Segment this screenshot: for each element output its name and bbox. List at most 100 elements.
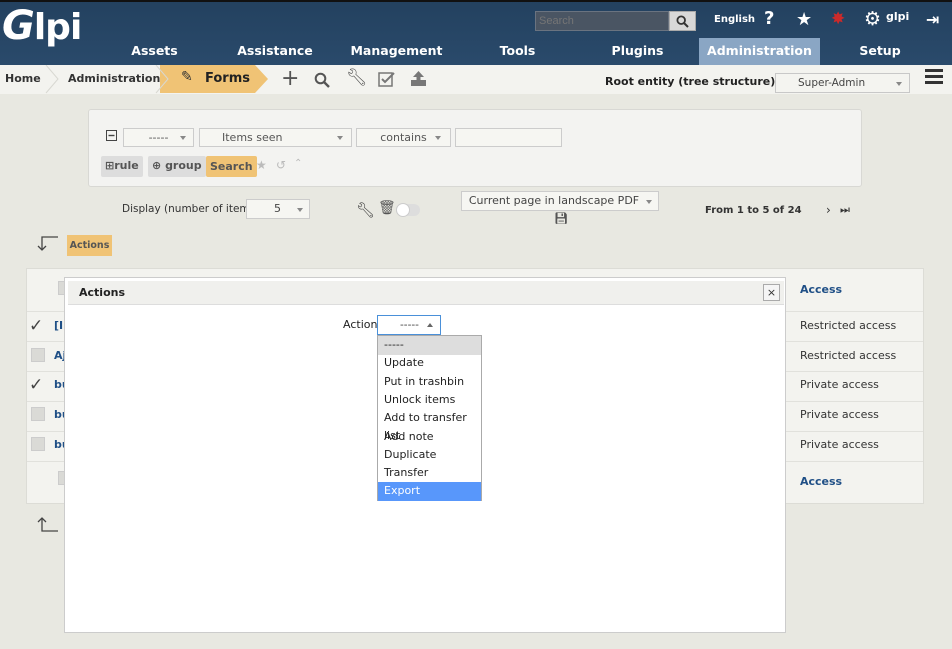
row-checkbox[interactable] <box>31 348 45 362</box>
search-icon[interactable] <box>314 72 330 88</box>
action-option-highlighted[interactable]: Export <box>378 482 481 501</box>
logout-icon[interactable]: ⇥ <box>926 10 939 29</box>
trash-toggle[interactable] <box>396 203 420 217</box>
reset-icon[interactable]: ↺ <box>276 158 286 172</box>
criteria-search-field-select[interactable]: Items seen <box>199 128 352 147</box>
breadcrumb-forms[interactable]: Forms <box>205 65 250 94</box>
chevron-down-icon <box>297 208 303 212</box>
global-search-button[interactable] <box>669 11 696 31</box>
menu-management[interactable]: Management <box>349 38 444 65</box>
action-option[interactable]: Put in trashbin <box>378 373 481 392</box>
menu-assets[interactable]: Assets <box>112 38 197 65</box>
action-option[interactable]: Add note <box>378 428 481 447</box>
column-header-access[interactable]: Access <box>800 283 842 296</box>
row-checkbox[interactable] <box>31 407 45 421</box>
action-select-value: ----- <box>400 319 419 331</box>
last-page-icon[interactable]: ⏭︎ <box>840 203 850 217</box>
wrench-icon[interactable]: 🔧︎ <box>356 201 375 219</box>
search-icon <box>676 14 689 28</box>
chevron-down-icon <box>896 82 902 86</box>
pager-label: From 1 to 5 of 24 <box>705 205 802 216</box>
criteria-operator-value: contains <box>380 131 427 144</box>
row-access-value: Private access <box>800 438 879 451</box>
trash-icon[interactable]: 🗑︎ <box>378 200 396 216</box>
export-format-value: Current page in landscape PDF <box>468 194 640 207</box>
search-button[interactable]: Search <box>206 156 257 177</box>
language-selector[interactable]: English <box>714 14 755 25</box>
chevron-down-icon <box>646 200 652 204</box>
save-export-icon[interactable]: 💾︎ <box>554 212 568 225</box>
row-access-value: Private access <box>800 408 879 421</box>
row-checked-icon[interactable]: ✓ <box>29 375 43 395</box>
chevron-up-icon <box>427 323 433 327</box>
collapse-icon[interactable] <box>106 130 117 141</box>
chevron-down-icon <box>435 136 441 140</box>
collapse-up-icon[interactable]: ⌃ <box>294 158 302 169</box>
action-label: Action <box>343 318 378 331</box>
chevron-down-icon <box>180 136 186 140</box>
breadcrumb-administration[interactable]: Administration <box>68 65 160 94</box>
next-page-icon[interactable]: › <box>826 203 831 217</box>
row-access-value: Restricted access <box>800 349 897 362</box>
menu-tools[interactable]: Tools <box>490 38 545 65</box>
action-option[interactable]: Add to transfer list <box>378 409 481 442</box>
row-access-value: Private access <box>800 378 879 391</box>
criteria-field-value: ----- <box>148 131 169 144</box>
arrow-up-left-icon <box>37 517 58 532</box>
action-option[interactable]: Transfer <box>378 464 481 483</box>
plus-circle-icon: ⊕ <box>152 159 162 172</box>
action-select[interactable]: ----- <box>377 315 441 335</box>
row-checked-icon[interactable]: ✓ <box>29 316 43 336</box>
display-count-value: 5 <box>274 202 281 215</box>
upload-icon[interactable] <box>410 70 427 87</box>
add-icon[interactable]: + <box>281 66 299 91</box>
criteria-field-select[interactable]: ----- <box>123 128 194 147</box>
action-option[interactable]: ----- <box>378 336 481 355</box>
hamburger-menu-icon[interactable] <box>925 69 943 84</box>
column-footer-access[interactable]: Access <box>800 475 842 488</box>
plus-square-icon: ⊞ <box>105 159 115 172</box>
display-count-select[interactable]: 5 <box>246 199 310 219</box>
menu-plugins[interactable]: Plugins <box>605 38 670 65</box>
display-count-label: Display (number of items) <box>122 203 260 215</box>
row-name-link[interactable]: [I <box>54 319 63 332</box>
star-icon[interactable]: ★ <box>796 9 812 30</box>
criteria-search-field-value: Items seen <box>222 131 283 144</box>
help-icon[interactable]: ? <box>764 8 774 29</box>
action-option[interactable]: Unlock items <box>378 391 481 410</box>
add-rule-button[interactable]: ⊞rule <box>101 156 143 177</box>
breadcrumb-home[interactable]: Home <box>5 65 41 94</box>
criteria-value-input[interactable] <box>455 128 562 147</box>
glpi-logo[interactable]: Glpi <box>2 6 82 46</box>
add-group-button[interactable]: ⊕ group <box>148 156 206 177</box>
modal-title: Actions <box>79 286 125 299</box>
wrench-icon[interactable]: 🔧︎ <box>346 68 368 88</box>
edit-icon: ✎ <box>181 69 193 85</box>
profile-value: Super-Admin <box>798 77 866 89</box>
bug-icon[interactable]: ✸ <box>831 9 845 29</box>
profile-select[interactable]: Super-Admin <box>775 73 910 93</box>
row-checkbox[interactable] <box>31 437 45 451</box>
global-search-input[interactable] <box>535 11 669 31</box>
user-menu[interactable]: glpi <box>886 10 909 23</box>
export-format-select[interactable]: Current page in landscape PDF <box>461 191 659 211</box>
menu-assistance[interactable]: Assistance <box>230 38 320 65</box>
action-option[interactable]: Duplicate <box>378 446 481 465</box>
gear-icon[interactable]: ⚙ <box>864 8 881 30</box>
actions-button[interactable]: Actions <box>67 235 112 256</box>
entity-label[interactable]: Root entity (tree structure) <box>605 75 775 88</box>
search-criteria-panel: ----- Items seen contains ⊞rule ⊕ group … <box>88 109 862 187</box>
arrow-down-left-icon <box>37 236 58 251</box>
criteria-operator-select[interactable]: contains <box>356 128 451 147</box>
menu-administration[interactable]: Administration <box>699 38 820 65</box>
add-rule-label: rule <box>114 159 139 172</box>
menu-setup[interactable]: Setup <box>850 38 910 65</box>
action-option[interactable]: Update <box>378 354 481 373</box>
checklist-icon[interactable] <box>378 71 396 88</box>
modal-header: Actions × <box>68 281 784 305</box>
toggle-knob <box>396 203 410 217</box>
chevron-down-icon <box>337 136 343 140</box>
header-top-line <box>0 0 952 2</box>
save-search-star-icon[interactable]: ★ <box>256 158 267 172</box>
close-button[interactable]: × <box>763 284 780 301</box>
